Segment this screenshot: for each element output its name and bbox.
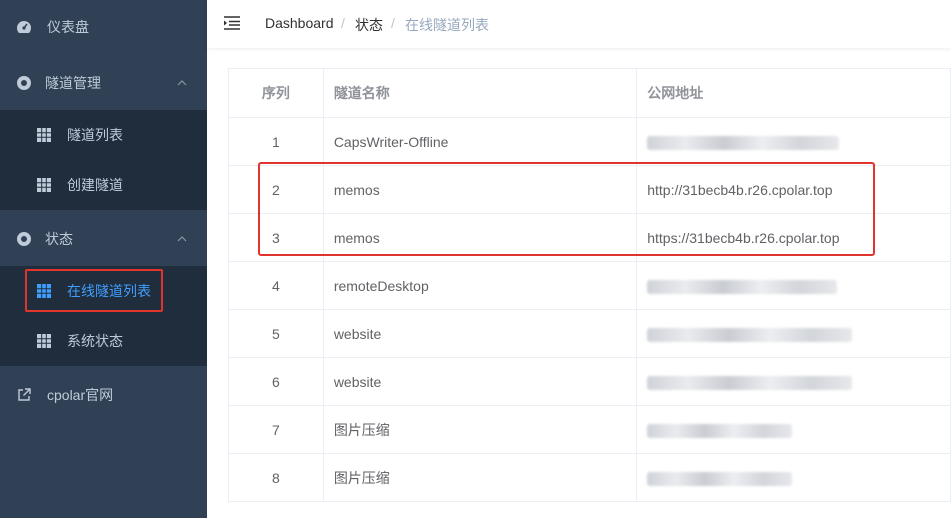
- row-tunnel-name: 图片压缩: [322, 405, 638, 454]
- sidebar-selection-highlight: [25, 269, 163, 312]
- sidebar-item-label: 隧道管理: [45, 75, 101, 91]
- sidebar: 仪表盘 隧道管理 隧道列表 创建隧道 状态 在线隧道列表 系统状态 cpolar…: [0, 0, 207, 518]
- dashboard-icon: [16, 19, 32, 35]
- row-tunnel-name: website: [322, 309, 638, 358]
- row-tunnel-name: CapsWriter-Offline: [322, 117, 638, 166]
- row-public-url-redacted: [636, 261, 951, 310]
- status-icon: [16, 231, 32, 247]
- row-public-url-redacted: [636, 357, 951, 406]
- table-row: 8 图片压缩: [228, 453, 951, 502]
- online-tunnel-table: 序列 隧道名称 公网地址 1 CapsWriter-Offline 2 memo…: [228, 68, 951, 502]
- row-index: 1: [228, 117, 324, 166]
- breadcrumb-item-dashboard[interactable]: Dashboard: [265, 15, 334, 31]
- grid-icon: [36, 333, 52, 349]
- column-header-name: 隧道名称: [322, 68, 638, 118]
- sidebar-item-dashboard[interactable]: 仪表盘: [0, 0, 207, 54]
- sidebar-item-cpolar-website[interactable]: cpolar官网: [0, 368, 207, 422]
- breadcrumb-item-current: 在线隧道列表: [405, 17, 489, 33]
- row-tunnel-name: remoteDesktop: [322, 261, 638, 310]
- row-public-url-redacted: [636, 405, 951, 454]
- sidebar-item-create-tunnel[interactable]: 创建隧道: [0, 160, 207, 210]
- row-tunnel-name: 图片压缩: [322, 453, 638, 502]
- sidebar-item-label: 隧道列表: [67, 127, 123, 143]
- row-index: 8: [228, 453, 324, 502]
- row-index: 6: [228, 357, 324, 406]
- row-index: 7: [228, 405, 324, 454]
- app: 仪表盘 隧道管理 隧道列表 创建隧道 状态 在线隧道列表 系统状态 cpolar…: [0, 0, 951, 518]
- sidebar-item-tunnel-list[interactable]: 隧道列表: [0, 110, 207, 160]
- breadcrumb-separator: /: [341, 15, 345, 31]
- table-row: 6 website: [228, 357, 951, 406]
- navbar: Dashboard / 状态 / 在线隧道列表: [207, 0, 951, 48]
- sidebar-item-label: cpolar官网: [47, 387, 114, 403]
- row-tunnel-name: memos: [322, 165, 638, 214]
- hamburger-menu-icon[interactable]: [223, 14, 241, 32]
- table-row: 4 remoteDesktop: [228, 261, 951, 310]
- table-header-row: 序列 隧道名称 公网地址: [228, 68, 951, 118]
- table-row: 7 图片压缩: [228, 405, 951, 454]
- row-tunnel-name: memos: [322, 213, 638, 262]
- table-row: 2 memos http://31becb4b.r26.cpolar.top: [228, 165, 951, 214]
- tunnel-icon: [16, 75, 32, 91]
- sidebar-item-status[interactable]: 状态: [0, 212, 207, 266]
- row-public-url[interactable]: http://31becb4b.r26.cpolar.top: [636, 165, 951, 214]
- external-link-icon: [16, 387, 32, 403]
- row-index: 2: [228, 165, 324, 214]
- sidebar-item-label: 创建隧道: [67, 177, 123, 193]
- row-public-url-redacted: [636, 117, 951, 166]
- row-index: 3: [228, 213, 324, 262]
- sidebar-item-label: 仪表盘: [47, 19, 89, 35]
- grid-icon: [36, 177, 52, 193]
- sidebar-item-tunnel-management[interactable]: 隧道管理: [0, 56, 207, 110]
- sidebar-item-system-status[interactable]: 系统状态: [0, 316, 207, 366]
- row-public-url-redacted: [636, 309, 951, 358]
- chevron-up-icon[interactable]: [177, 234, 187, 244]
- table-row: 5 website: [228, 309, 951, 358]
- table-row: 3 memos https://31becb4b.r26.cpolar.top: [228, 213, 951, 262]
- sidebar-item-label: 系统状态: [67, 333, 123, 349]
- column-header-index: 序列: [228, 68, 324, 118]
- table-row: 1 CapsWriter-Offline: [228, 117, 951, 166]
- row-index: 5: [228, 309, 324, 358]
- grid-icon: [36, 127, 52, 143]
- breadcrumb-separator: /: [391, 15, 395, 31]
- column-header-url: 公网地址: [636, 68, 951, 118]
- row-tunnel-name: website: [322, 357, 638, 406]
- row-public-url-redacted: [636, 453, 951, 502]
- breadcrumb-item-status[interactable]: 状态: [355, 15, 383, 35]
- chevron-up-icon[interactable]: [177, 78, 187, 88]
- row-index: 4: [228, 261, 324, 310]
- sidebar-item-label: 状态: [45, 231, 73, 247]
- row-public-url[interactable]: https://31becb4b.r26.cpolar.top: [636, 213, 951, 262]
